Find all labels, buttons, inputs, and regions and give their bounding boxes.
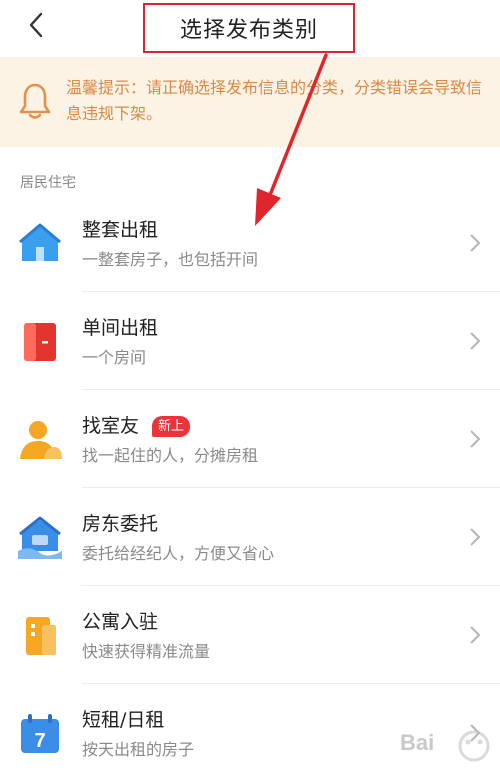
item-name: 单间出租 <box>82 317 159 339</box>
house-icon <box>19 223 61 261</box>
landlord-house-icon <box>18 516 62 559</box>
chevron-left-icon[interactable] <box>22 10 52 40</box>
list-item-apartment[interactable]: 公寓入驻 快速获得精准流量 <box>0 586 500 684</box>
item-name: 短租/日租 <box>82 709 165 731</box>
new-badge: 新上 <box>152 416 191 437</box>
apartment-icon <box>26 617 56 655</box>
roommate-icon <box>20 421 62 459</box>
page-title: 选择发布类别 <box>179 18 318 43</box>
watermark-text: Bai <box>400 730 435 755</box>
chevron-right-icon <box>470 626 481 644</box>
chevron-right-icon <box>470 528 481 546</box>
item-desc: 按天出租的房子 <box>82 740 195 759</box>
item-desc: 找一起住的人，分摊房租 <box>82 446 259 465</box>
notice-text: 温馨提示：请正确选择发布信息的分类，分类错误会导致信息违规下架。 <box>66 78 483 123</box>
item-name: 找室友 <box>82 415 140 437</box>
door-icon <box>24 323 56 361</box>
item-desc: 一个房间 <box>82 348 147 367</box>
title-highlight-box: 选择发布类别 <box>143 3 355 53</box>
item-name: 整套出租 <box>82 219 159 241</box>
calendar-icon: 7 <box>21 714 59 753</box>
chevron-right-icon <box>470 332 481 350</box>
item-name: 房东委托 <box>82 513 159 535</box>
bell-icon <box>19 83 51 119</box>
list-item-whole-rent[interactable]: 整套出租 一整套房子，也包括开间 <box>0 194 500 292</box>
calendar-number: 7 <box>34 730 45 752</box>
header-bar: 选择发布类别 <box>0 0 500 53</box>
item-desc: 快速获得精准流量 <box>82 642 211 661</box>
chevron-right-icon <box>470 234 481 252</box>
item-desc: 委托给经纪人，方便又省心 <box>82 544 275 563</box>
list-item-landlord-entrust[interactable]: 房东委托 委托给经纪人，方便又省心 <box>0 488 500 586</box>
section-label: 居民住宅 <box>20 175 76 191</box>
chevron-right-icon <box>470 430 481 448</box>
item-name: 公寓入驻 <box>82 611 159 633</box>
list-item-roommate[interactable]: 找室友 新上 找一起住的人，分摊房租 <box>0 390 500 488</box>
list-item-single-room[interactable]: 单间出租 一个房间 <box>0 292 500 390</box>
item-desc: 一整套房子，也包括开间 <box>82 250 259 269</box>
